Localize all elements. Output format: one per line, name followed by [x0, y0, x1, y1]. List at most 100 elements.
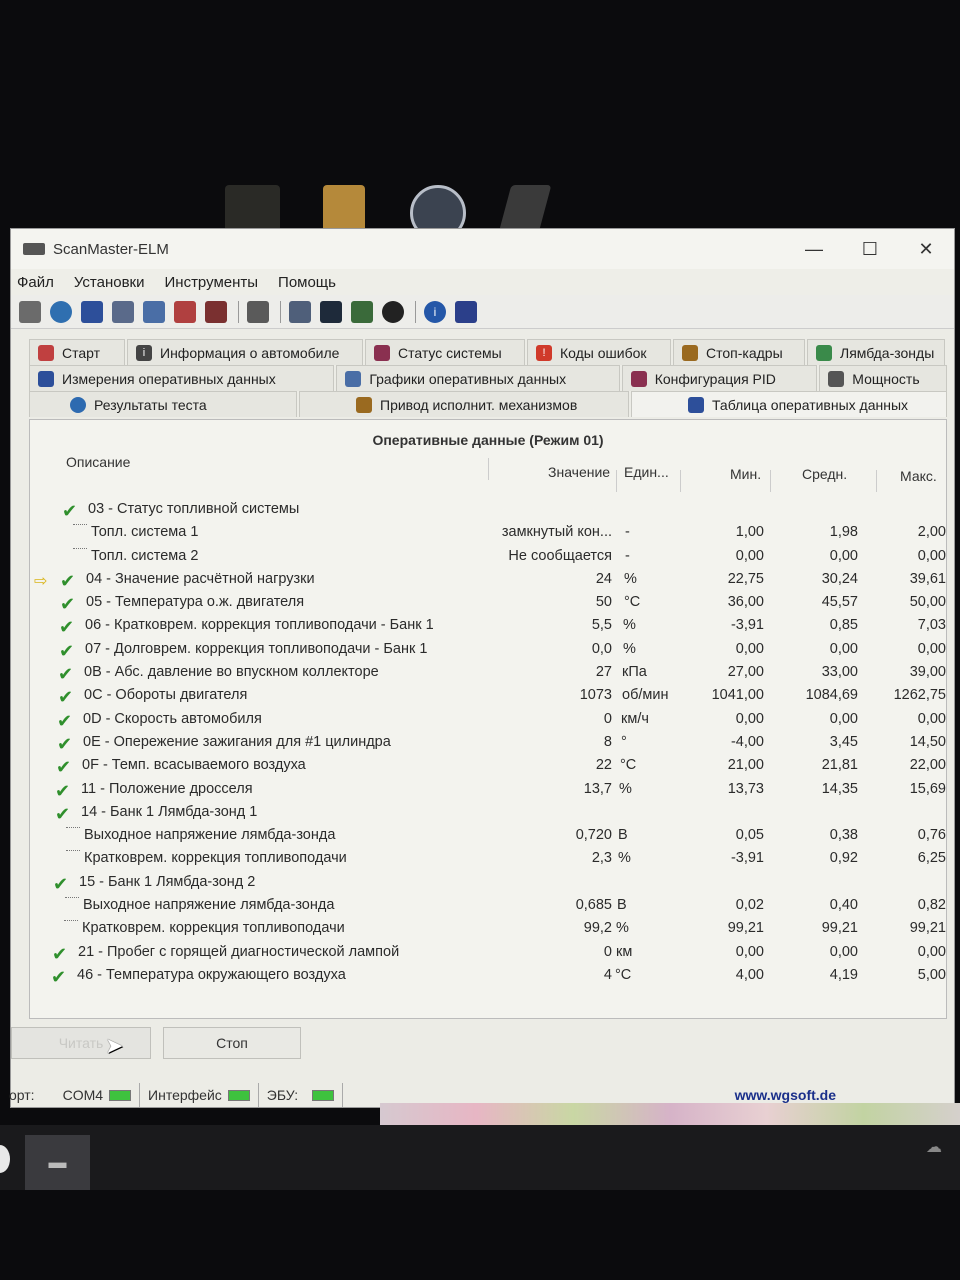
globe-icon[interactable] — [50, 300, 72, 323]
table-row[interactable]: ✔ 0D - Скорость автомобиля 0 км/ч 0,00 0,00 0,… — [30, 708, 946, 731]
header-avg[interactable]: Средн. — [802, 466, 847, 482]
cell-value: 27 — [595, 664, 612, 681]
table-row[interactable]: ✔ 0F - Темп. всасываемого воздуха 22 °C 21,0… — [30, 754, 946, 777]
table-row[interactable]: Кратковрем. коррекция топливоподачи 2,3% -… — [30, 847, 946, 870]
table-row[interactable]: ✔ 0B - Абс. давление во впускном коллекто… — [30, 661, 946, 684]
header-unit[interactable]: Един... — [624, 464, 669, 480]
close-button[interactable]: ✕ — [898, 229, 954, 269]
checkmark-icon: ✔ — [59, 617, 75, 638]
table-row[interactable]: Выходное напряжение лямбда-зонда 0,685 В 0,… — [30, 894, 946, 917]
menu-tools[interactable]: Инструменты — [165, 274, 259, 291]
cell-min: 22,75 — [727, 570, 764, 587]
table-row[interactable]: ✔ 03 - Статус топливной системы — [30, 498, 946, 521]
maximize-button[interactable]: ☐ — [842, 229, 898, 269]
table-row[interactable]: ✔ 46 - Температура окружающего воздуха 4 °C… — [30, 964, 946, 987]
website-link[interactable]: www.wgsoft.de — [735, 1087, 836, 1103]
tab-lambda-sensors[interactable]: Лямбда-зонды — [807, 339, 945, 365]
cell-desc: 0F - Темп. всасываемого воздуха — [82, 757, 306, 774]
taskbar: ▬ ☁ — [0, 1125, 960, 1190]
book-icon[interactable] — [455, 300, 477, 323]
cell-desc: 04 - Значение расчётной нагрузки — [86, 570, 315, 587]
cell-min: 21,00 — [727, 757, 764, 774]
info-icon[interactable]: i — [424, 300, 446, 323]
tab-start[interactable]: Старт — [29, 339, 125, 365]
cell-avg: 0,38 — [829, 827, 858, 844]
tab-live-data-table[interactable]: Таблица оперативных данных — [631, 391, 947, 417]
cell-unit: км/ч — [621, 710, 649, 727]
table-row[interactable]: ✔ 05 - Температура о.ж. двигателя 50 °C 36,0… — [30, 591, 946, 614]
chart-icon[interactable] — [143, 300, 165, 323]
desktop-folder-icon[interactable] — [323, 185, 365, 233]
warning-icon: ! — [536, 344, 552, 361]
actuator-icon[interactable] — [205, 300, 227, 323]
desktop-chip-icon[interactable] — [498, 185, 552, 233]
cell-avg: 0,00 — [829, 943, 858, 960]
cell-value: 0,720 — [575, 827, 612, 844]
table-row[interactable]: Кратковрем. коррекция топливоподачи 99,2%… — [30, 917, 946, 940]
desktop-app-icon[interactable] — [225, 185, 280, 233]
desktop-wallpaper — [380, 1103, 960, 1125]
table-row[interactable]: Топл. система 2 Не сообщается - 0,00 0,00 0,0… — [30, 545, 946, 568]
header-value[interactable]: Значение — [548, 464, 610, 480]
taskbar-scanmaster-icon[interactable]: ▬ — [25, 1135, 90, 1190]
battery-icon[interactable] — [351, 300, 373, 323]
tab-live-measurements[interactable]: Измерения оперативных данных — [29, 365, 335, 391]
menu-file[interactable]: Файл — [17, 274, 54, 291]
cell-avg: 4,19 — [829, 966, 858, 983]
connect-icon[interactable] — [19, 300, 41, 323]
table-row[interactable]: ✔ 15 - Банк 1 Лямбда-зонд 2 — [30, 871, 946, 894]
table-row[interactable]: ✔ 0E - Опережение зажигания для #1 цилинд… — [30, 731, 946, 754]
tab-vehicle-info[interactable]: i Информация о автомобиле — [127, 339, 363, 365]
checkmark-icon: ✔ — [60, 570, 76, 591]
table-row[interactable]: Выходное напряжение лямбда-зонда 0,720 В 0,… — [30, 824, 946, 847]
tab-trouble-codes[interactable]: ! Коды ошибок — [527, 339, 671, 365]
table-row[interactable]: ⇨ ✔ 04 - Значение расчётной нагрузки 24% 22,… — [30, 568, 946, 591]
read-button[interactable]: Читать — [11, 1027, 151, 1059]
tab-actuators[interactable]: Привод исполнит. механизмов — [299, 391, 629, 417]
tab-power[interactable]: Мощность — [819, 365, 948, 391]
cell-min: 1,00 — [735, 524, 764, 541]
stop-button[interactable]: Стоп — [163, 1027, 301, 1059]
tab-live-graphs[interactable]: Графики оперативных данных — [336, 365, 620, 391]
cell-min: 0,00 — [735, 640, 764, 657]
document-icon[interactable] — [81, 300, 103, 323]
print-icon[interactable] — [289, 300, 311, 323]
terminal-icon[interactable] — [320, 300, 342, 323]
cell-value: 0 — [603, 710, 612, 727]
header-max[interactable]: Макс. — [900, 468, 937, 484]
menu-settings[interactable]: Установки — [74, 274, 145, 291]
cell-desc: 0B - Абс. давление во впускном коллектор… — [84, 664, 379, 681]
checkmark-icon: ✔ — [52, 943, 68, 964]
ecu-led — [312, 1089, 335, 1101]
tab-pid-config[interactable]: Конфигурация PID — [621, 365, 818, 391]
clipboard-icon[interactable] — [247, 300, 269, 323]
header-description[interactable]: Описание — [66, 454, 130, 470]
cell-value: 13,7 — [583, 780, 612, 797]
cell-min: 0,00 — [735, 710, 764, 727]
graph-icon[interactable] — [174, 300, 196, 323]
actuator-icon — [356, 396, 372, 413]
table-row[interactable]: ✔ 21 - Пробег с горящей диагностической л… — [30, 941, 946, 964]
cell-avg: 0,40 — [829, 897, 858, 914]
header-min[interactable]: Мин. — [730, 466, 761, 482]
table-row[interactable]: ✔ 14 - Банк 1 Лямбда-зонд 1 — [30, 801, 946, 824]
table-row[interactable]: ✔ 06 - Кратковрем. коррекция топливоподач… — [30, 614, 946, 637]
cloud-icon[interactable]: ☁ — [926, 1137, 942, 1157]
tab-system-status[interactable]: Статус системы — [365, 339, 525, 365]
table-icon[interactable] — [112, 300, 134, 323]
table-row[interactable]: ✔ 0C - Обороты двигателя 1073 об/мин 1041,00… — [30, 684, 946, 707]
table-row[interactable]: Топл. система 1 замкнутый кон... - 1,00 1,98… — [30, 521, 946, 544]
minimize-button[interactable]: — — [786, 229, 842, 269]
cell-desc: 0C - Обороты двигателя — [84, 687, 248, 704]
table-row[interactable]: ✔ 07 - Долговрем. коррекция топливоподачи… — [30, 638, 946, 661]
column-separator — [680, 470, 681, 492]
current-row-arrow-icon: ⇨ — [34, 572, 48, 590]
cell-avg: 0,00 — [829, 547, 858, 564]
menu-help[interactable]: Помощь — [278, 274, 336, 291]
gauge-icon[interactable] — [382, 300, 404, 323]
tab-freeze-frames[interactable]: Стоп-кадры — [673, 339, 805, 365]
cell-max: 0,00 — [917, 547, 946, 564]
start-icon[interactable] — [0, 1145, 10, 1173]
tab-test-results[interactable]: Результаты теста — [29, 391, 297, 417]
table-row[interactable]: ✔ 11 - Положение дросселя 13,7% 13,73 14,35 1… — [30, 778, 946, 801]
